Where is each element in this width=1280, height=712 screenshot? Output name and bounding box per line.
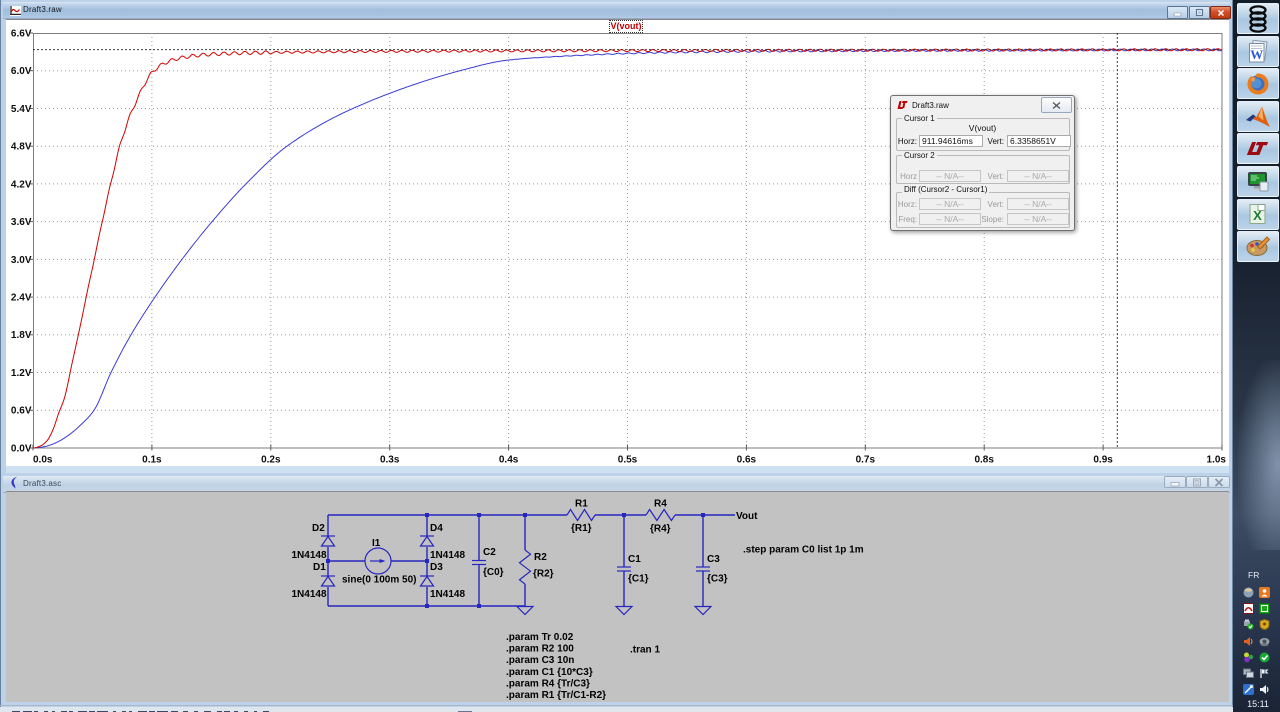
svg-text:R1: R1	[575, 499, 588, 510]
svg-text:.param C3 10n: .param C3 10n	[506, 655, 574, 666]
svg-text:0.1s: 0.1s	[142, 455, 162, 466]
svg-text:{R4}: {R4}	[650, 524, 671, 535]
svg-text:0.6s: 0.6s	[737, 455, 757, 466]
svg-text:0.0V: 0.0V	[11, 443, 32, 454]
svg-text:.param R4 {Tr/C3}: .param R4 {Tr/C3}	[506, 678, 590, 689]
svg-text:1N4148: 1N4148	[430, 550, 465, 561]
svg-text:{R2}: {R2}	[533, 569, 554, 580]
svg-text:0.6V: 0.6V	[11, 406, 32, 417]
svg-text:1.2V: 1.2V	[11, 368, 32, 379]
svg-text:0.7s: 0.7s	[856, 455, 876, 466]
svg-text:{R1}: {R1}	[571, 523, 592, 534]
svg-text:D4: D4	[430, 523, 443, 534]
svg-text:Vout: Vout	[736, 511, 758, 522]
svg-text:0.8s: 0.8s	[974, 455, 994, 466]
svg-text:6.0V: 6.0V	[11, 66, 32, 77]
svg-text:3.6V: 3.6V	[11, 217, 32, 228]
svg-text:6.6V: 6.6V	[11, 28, 32, 39]
svg-text:R4: R4	[654, 499, 667, 510]
svg-text:D1: D1	[313, 562, 326, 573]
svg-text:I1: I1	[372, 538, 381, 549]
svg-text:X: X	[1253, 208, 1262, 223]
svg-text:5.4V: 5.4V	[11, 104, 32, 115]
svg-text:0.4s: 0.4s	[499, 455, 519, 466]
svg-text:{C1}: {C1}	[628, 574, 649, 585]
svg-text:W: W	[1250, 47, 1263, 62]
svg-text:D3: D3	[430, 562, 443, 573]
svg-text:0.2s: 0.2s	[261, 455, 281, 466]
svg-text:0.0s: 0.0s	[33, 455, 53, 466]
svg-text:4.2V: 4.2V	[11, 179, 32, 190]
svg-text:1N4148: 1N4148	[292, 550, 327, 561]
svg-text:{C3}: {C3}	[707, 574, 728, 585]
svg-text:3.0V: 3.0V	[11, 255, 32, 266]
svg-text:R2: R2	[534, 552, 547, 563]
svg-text:0.5s: 0.5s	[618, 455, 638, 466]
svg-text:C3: C3	[707, 554, 720, 565]
svg-text:.param C1 {10*C3}: .param C1 {10*C3}	[506, 667, 593, 678]
svg-text:1N4148: 1N4148	[430, 589, 465, 600]
svg-text:1N4148: 1N4148	[292, 589, 327, 600]
svg-text:D2: D2	[312, 523, 325, 534]
svg-text:.param Tr 0.02: .param Tr 0.02	[506, 632, 574, 643]
svg-text:sine(0 100m 50): sine(0 100m 50)	[342, 575, 417, 586]
svg-text:1.8V: 1.8V	[11, 330, 32, 341]
svg-text:{C0}: {C0}	[483, 567, 504, 578]
svg-text:C1: C1	[628, 554, 641, 565]
svg-text:0.3s: 0.3s	[380, 455, 400, 466]
svg-text:.param R1 {Tr/C1-R2}: .param R1 {Tr/C1-R2}	[506, 690, 606, 701]
svg-text:4.8V: 4.8V	[11, 142, 32, 153]
svg-text:1.0s: 1.0s	[1207, 455, 1227, 466]
svg-text:.tran 1: .tran 1	[630, 645, 660, 656]
svg-text:.param R2 100: .param R2 100	[506, 644, 574, 655]
svg-text:.step param C0 list 1p 1m: .step param C0 list 1p 1m	[743, 545, 864, 556]
svg-text:C2: C2	[483, 547, 496, 558]
svg-text:2.4V: 2.4V	[11, 293, 32, 304]
svg-text:0.9s: 0.9s	[1093, 455, 1113, 466]
